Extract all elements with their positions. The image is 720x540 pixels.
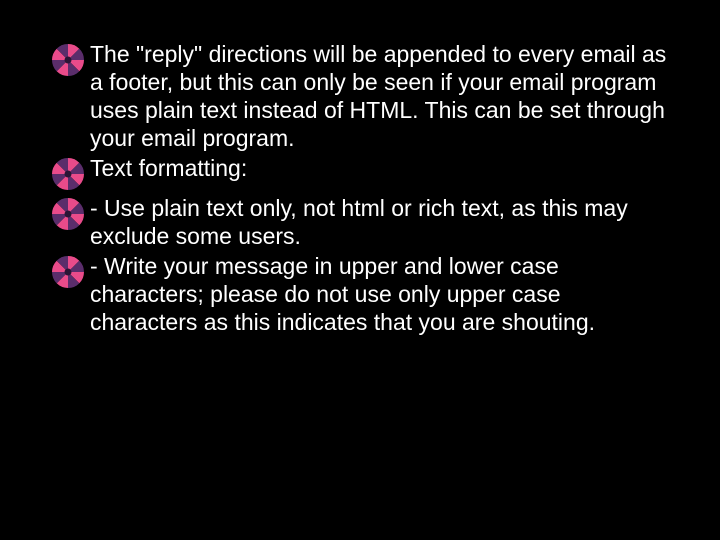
bullet-text: The "reply" directions will be appended …	[90, 40, 670, 152]
bullet-text: Text formatting:	[90, 154, 670, 182]
spiral-bullet-icon	[50, 196, 86, 232]
bullet-text: - Write your message in upper and lower …	[90, 252, 670, 336]
bullet-text: - Use plain text only, not html or rich …	[90, 194, 670, 250]
list-item: - Write your message in upper and lower …	[50, 252, 670, 336]
list-item: - Use plain text only, not html or rich …	[50, 194, 670, 250]
list-item: Text formatting:	[50, 154, 670, 192]
spiral-bullet-icon	[50, 254, 86, 290]
slide-content: The "reply" directions will be appended …	[50, 40, 670, 338]
spiral-bullet-icon	[50, 42, 86, 78]
list-item: The "reply" directions will be appended …	[50, 40, 670, 152]
spiral-bullet-icon	[50, 156, 86, 192]
